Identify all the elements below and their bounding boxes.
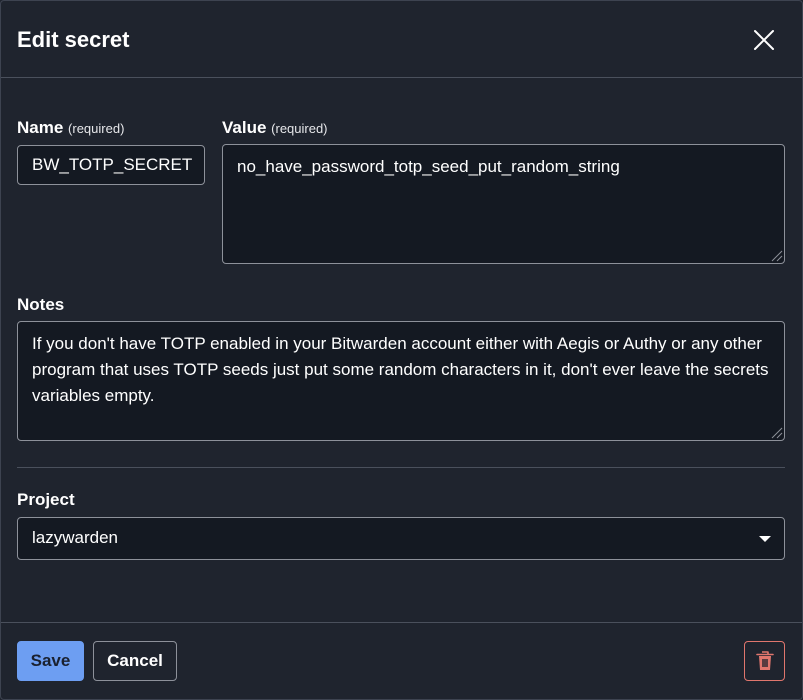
value-label: Value (required): [222, 118, 328, 139]
save-button[interactable]: Save: [17, 641, 84, 681]
resize-grip-icon[interactable]: [769, 248, 783, 262]
trash-icon: [755, 651, 774, 670]
delete-button[interactable]: [744, 641, 785, 681]
value-label-text: Value: [222, 118, 267, 137]
value-text: no_have_password_totp_seed_put_random_st…: [237, 157, 620, 176]
project-selected-value: lazywarden: [32, 528, 118, 547]
name-input[interactable]: BW_TOTP_SECRET: [17, 145, 205, 185]
dialog-header: Edit secret: [1, 1, 802, 78]
project-select[interactable]: lazywarden: [17, 517, 785, 560]
dialog-title: Edit secret: [17, 27, 130, 52]
value-required-hint: (required): [271, 121, 328, 136]
close-button[interactable]: [749, 25, 779, 55]
project-label: Project: [17, 490, 75, 509]
value-textarea[interactable]: no_have_password_totp_seed_put_random_st…: [222, 144, 785, 264]
chevron-down-icon: [759, 536, 771, 542]
name-label-text: Name: [17, 118, 64, 137]
notes-label: Notes: [17, 295, 65, 314]
section-divider: [17, 467, 785, 468]
dialog-footer: Save Cancel: [1, 622, 802, 700]
name-required-hint: (required): [68, 121, 125, 136]
notes-text: If you don't have TOTP enabled in your B…: [32, 334, 769, 405]
name-label: Name (required): [17, 118, 124, 139]
resize-grip-icon[interactable]: [769, 425, 783, 439]
notes-textarea[interactable]: If you don't have TOTP enabled in your B…: [17, 321, 785, 441]
edit-secret-dialog: Edit secret Name (required) BW_TOTP_SECR…: [0, 0, 803, 700]
cancel-button[interactable]: Cancel: [93, 641, 177, 681]
close-icon: [754, 30, 774, 50]
